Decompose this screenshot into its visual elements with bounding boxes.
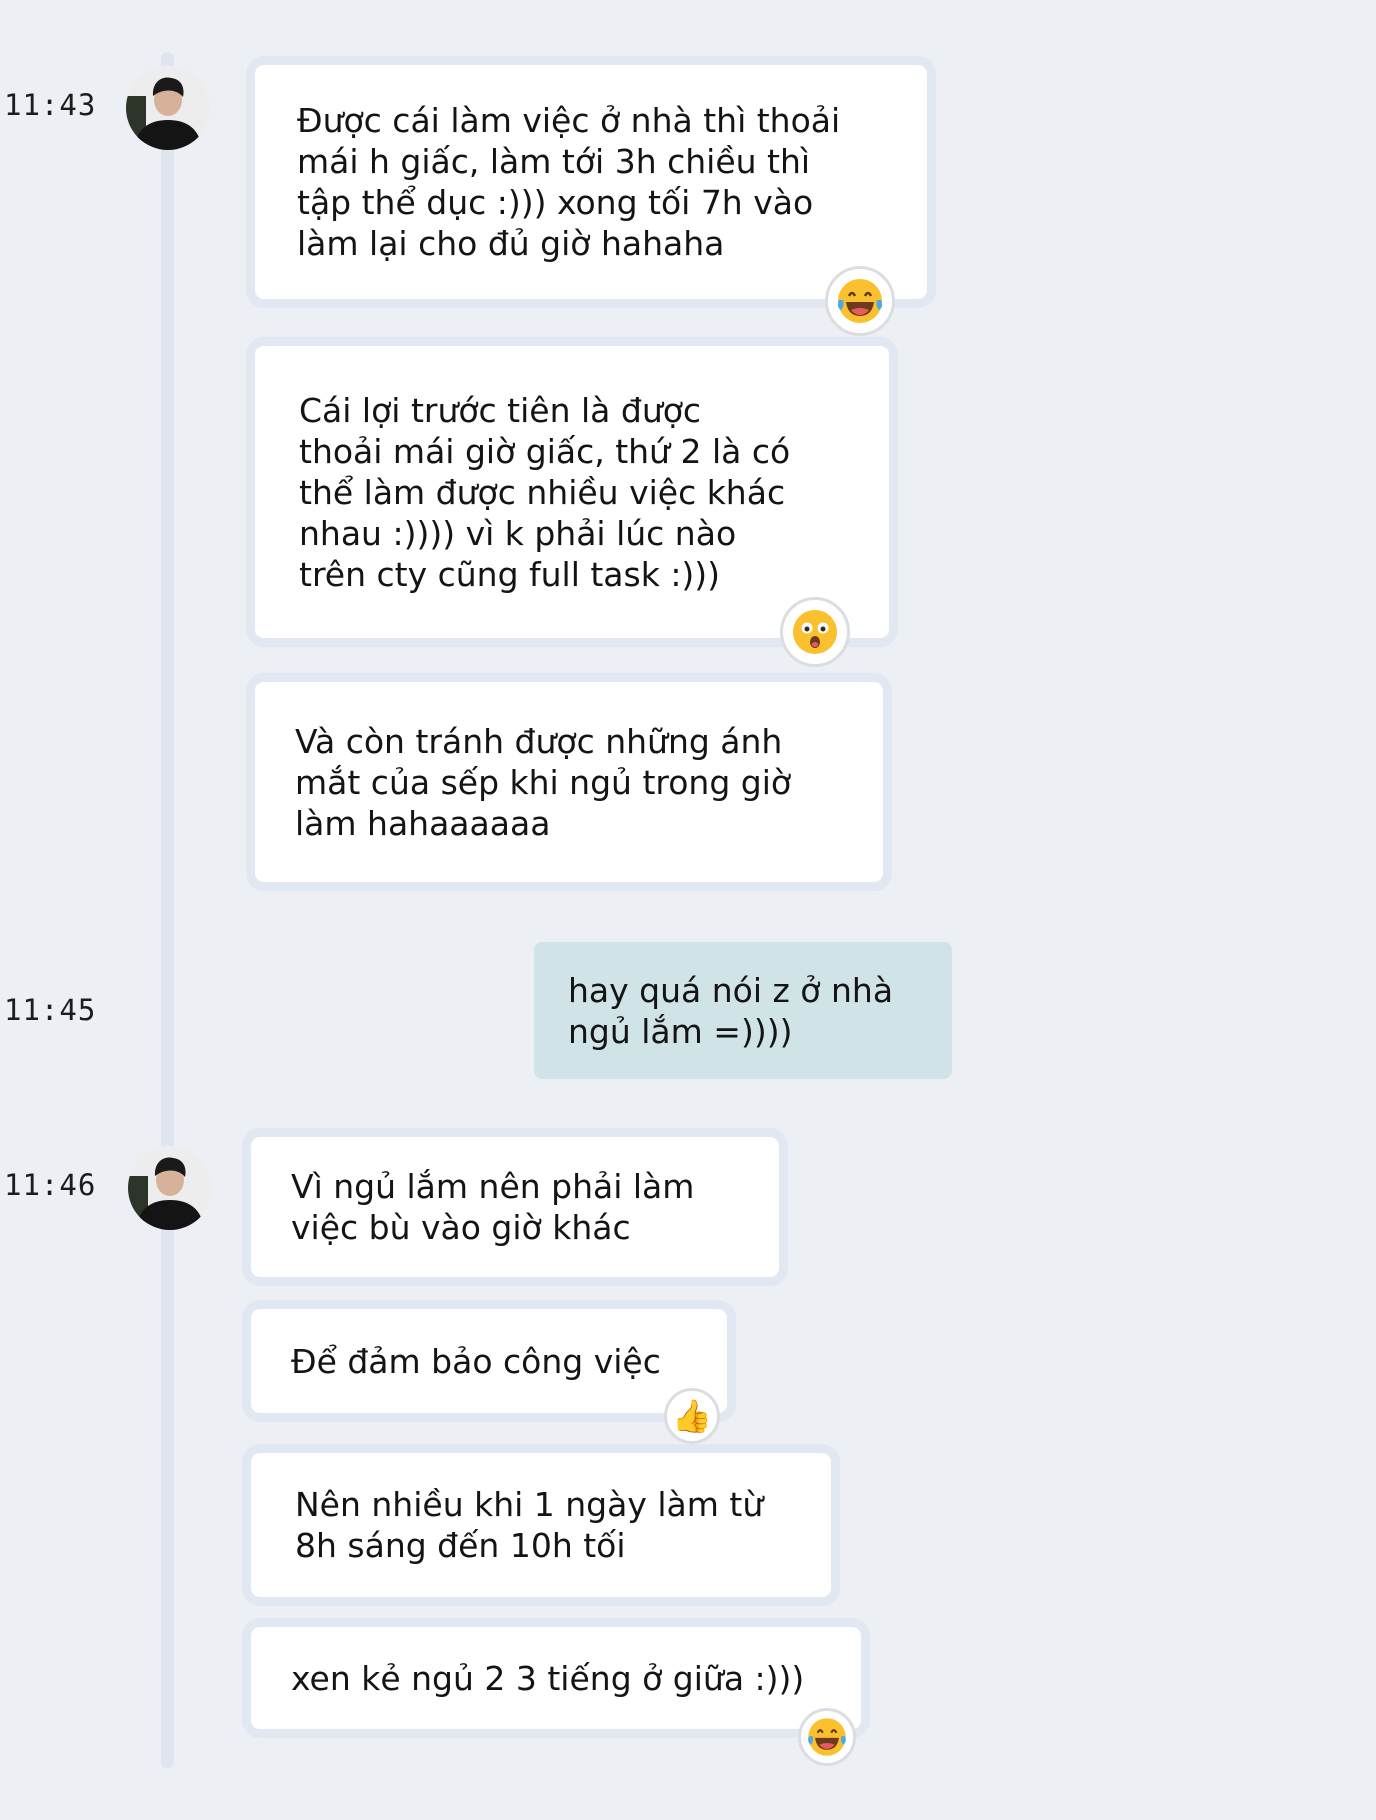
timestamp: 11:46 <box>4 1168 97 1202</box>
message-bubble[interactable]: Để đảm bảo công việc <box>242 1300 736 1422</box>
message-bubble[interactable]: Được cái làm việc ở nhà thì thoải mái h … <box>246 56 936 308</box>
avatar-image <box>126 66 210 150</box>
laughing-tears-icon[interactable] <box>825 266 895 336</box>
surprised-face-icon[interactable] <box>780 597 850 667</box>
thumbs-up-icon[interactable]: 👍 <box>664 1388 720 1444</box>
avatar[interactable] <box>126 66 210 150</box>
timestamp: 11:43 <box>4 88 97 122</box>
message-bubble[interactable]: Nên nhiều khi 1 ngày làm từ 8h sáng đến … <box>242 1444 840 1606</box>
avatar-image <box>128 1146 212 1230</box>
laughing-tears-icon[interactable] <box>798 1708 856 1766</box>
avatar[interactable] <box>128 1146 212 1230</box>
message-bubble[interactable]: Vì ngủ lắm nên phải làm việc bù vào giờ … <box>242 1128 788 1286</box>
message-bubble[interactable]: Và còn tránh được những ánh mắt của sếp … <box>246 673 892 891</box>
thread-line <box>161 52 174 1768</box>
timestamp: 11:45 <box>4 993 97 1027</box>
sent-message-bubble[interactable]: hay quá nói z ở nhà ngủ lắm =)))) <box>534 942 952 1079</box>
message-bubble[interactable]: xen kẻ ngủ 2 3 tiếng ở giữa :))) <box>242 1618 870 1738</box>
